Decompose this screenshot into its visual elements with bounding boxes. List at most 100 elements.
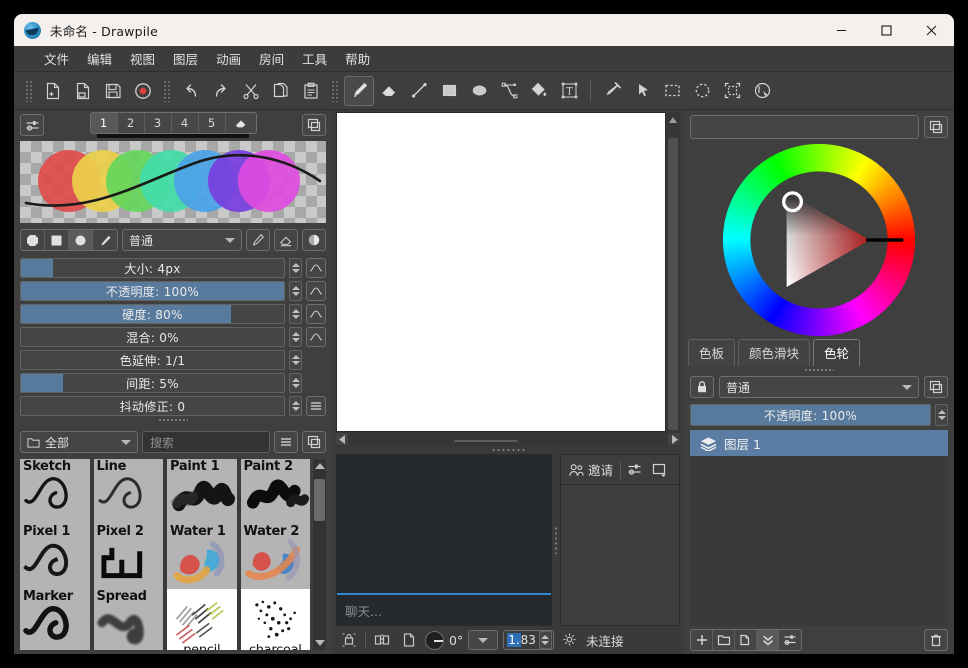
tab-palette[interactable]: 色板 <box>688 339 735 366</box>
minimize-button[interactable] <box>819 14 864 46</box>
brush-list-float-icon[interactable] <box>302 431 326 453</box>
scroll-thumb[interactable] <box>314 479 325 521</box>
undo-icon[interactable] <box>176 76 206 106</box>
sliders-icon[interactable] <box>20 114 44 136</box>
hardness-spinner[interactable] <box>289 304 302 324</box>
user-panel-splitter[interactable] <box>552 454 560 626</box>
blend-spinner[interactable] <box>289 327 302 347</box>
hamburger-icon[interactable] <box>274 431 298 453</box>
brush-preset-pixel-1[interactable]: Pixel 1 <box>20 524 90 594</box>
opacity-spinner[interactable] <box>289 281 302 301</box>
spacing-spinner[interactable] <box>289 373 302 393</box>
brush-menu-icon[interactable] <box>306 396 326 416</box>
layer-dock-splitter[interactable] <box>684 366 954 373</box>
brush-folder-combo[interactable]: 全部 <box>20 431 138 453</box>
brush-tool[interactable] <box>344 76 374 106</box>
opacity-slider[interactable]: 不透明度: 100% <box>20 281 285 301</box>
copy-icon[interactable] <box>266 76 296 106</box>
brush-list-scrollbar[interactable] <box>313 459 326 650</box>
square-icon[interactable] <box>45 230 69 250</box>
menu-help[interactable]: 帮助 <box>337 46 378 71</box>
pen-icon[interactable] <box>93 230 117 250</box>
pointer-tool[interactable] <box>627 76 657 106</box>
merge-layer-button[interactable] <box>757 630 779 650</box>
scroll-up-icon[interactable] <box>315 463 325 469</box>
drawing-canvas[interactable] <box>336 112 666 432</box>
inspector-tool[interactable] <box>747 76 777 106</box>
brush-preset-spread[interactable]: Spread <box>94 589 164 650</box>
chat-float-icon[interactable] <box>647 459 671 481</box>
opacity-curve-button[interactable] <box>306 281 326 301</box>
toolbar-grip-3[interactable] <box>331 80 339 102</box>
size-curve-button[interactable] <box>306 258 326 278</box>
rect-select-tool[interactable] <box>657 76 687 106</box>
pen-mode-icon[interactable] <box>246 229 270 251</box>
gradient-circle-icon[interactable] <box>302 229 326 251</box>
new-icon[interactable] <box>38 76 68 106</box>
add-layer-button[interactable] <box>691 630 713 650</box>
spacing-slider[interactable]: 间距: 5% <box>20 373 285 393</box>
open-icon[interactable] <box>68 76 98 106</box>
brush-slot-3[interactable]: 3 <box>145 113 172 133</box>
layer-float-icon[interactable] <box>924 376 948 398</box>
lock-icon[interactable] <box>690 376 714 398</box>
brush-preset-pencil[interactable]: pencil <box>167 589 237 650</box>
scroll-thumb[interactable] <box>454 440 518 442</box>
record-icon[interactable] <box>128 76 158 106</box>
layer-opacity-spinner[interactable] <box>935 404 948 426</box>
layer-row[interactable]: 图层 1 <box>690 430 948 456</box>
color-float-icon[interactable] <box>924 116 948 138</box>
brush-preset-marker[interactable]: Marker <box>20 589 90 650</box>
toolbar-grip[interactable] <box>25 80 33 102</box>
layer-opacity-slider[interactable]: 不透明度: 100% <box>690 404 931 426</box>
brush-preset-charcoal[interactable]: charcoal <box>241 589 311 650</box>
hardness-curve-button[interactable] <box>306 304 326 324</box>
circle-icon[interactable] <box>69 230 93 250</box>
scroll-right-icon[interactable] <box>668 433 680 445</box>
tab-color-wheel[interactable]: 色轮 <box>813 339 860 366</box>
cut-icon[interactable] <box>236 76 266 106</box>
add-group-button[interactable] <box>713 630 735 650</box>
view-mode-combo[interactable] <box>468 630 498 650</box>
brush-preset-paint-1[interactable]: Paint 1 <box>167 459 237 529</box>
stabilizer-slider[interactable]: 抖动修正: 0 <box>20 396 285 416</box>
ellipse-tool[interactable] <box>464 76 494 106</box>
tab-color-sliders[interactable]: 颜色滑块 <box>738 339 810 366</box>
size-slider[interactable]: 大小: 4px <box>20 258 285 278</box>
brush-search-input[interactable]: 搜索 <box>142 431 270 453</box>
brush-preset-sketch[interactable]: Sketch <box>20 459 90 529</box>
paste-icon[interactable] <box>296 76 326 106</box>
canvas-horizontal-scrollbar[interactable] <box>336 432 680 446</box>
text-tool[interactable]: T <box>554 76 584 106</box>
page-icon[interactable] <box>398 629 420 651</box>
bezier-tool[interactable] <box>494 76 524 106</box>
brush-preset-line[interactable]: Line <box>94 459 164 529</box>
octagon-icon[interactable] <box>21 230 45 250</box>
brush-slot-1[interactable]: 1 <box>91 113 118 133</box>
menu-file[interactable]: 文件 <box>36 46 77 71</box>
invite-button[interactable]: 邀请 <box>563 458 619 482</box>
blend-curve-button[interactable] <box>306 327 326 347</box>
line-tool[interactable] <box>404 76 434 106</box>
rectangle-tool[interactable] <box>434 76 464 106</box>
zoom-input[interactable]: 1.83 <box>503 630 554 650</box>
gear-icon[interactable] <box>559 629 581 651</box>
float-window-icon[interactable] <box>302 114 326 136</box>
close-button[interactable] <box>909 14 954 46</box>
blend-slider[interactable]: 混合: 0% <box>20 327 285 347</box>
menu-session[interactable]: 房间 <box>251 46 292 71</box>
menu-animation[interactable]: 动画 <box>208 46 249 71</box>
zoom-spinner[interactable] <box>539 631 552 649</box>
smudge-slider[interactable]: 色延伸: 1/1 <box>20 350 285 370</box>
stabilizer-spinner[interactable] <box>289 396 302 416</box>
redo-icon[interactable] <box>206 76 236 106</box>
brush-blend-mode-combo[interactable]: 普通 <box>122 229 242 251</box>
fill-bucket-tool[interactable] <box>524 76 554 106</box>
hardness-slider[interactable]: 硬度: 80% <box>20 304 285 324</box>
brush-slot-4[interactable]: 4 <box>172 113 199 133</box>
brush-slot-eraser[interactable] <box>226 113 256 133</box>
brush-preset-water-2[interactable]: Water 2 <box>241 524 311 594</box>
chat-input[interactable]: 聊天... <box>337 595 551 625</box>
layer-blend-mode-combo[interactable]: 普通 <box>719 376 919 398</box>
canvas-vertical-scrollbar[interactable] <box>666 112 680 432</box>
